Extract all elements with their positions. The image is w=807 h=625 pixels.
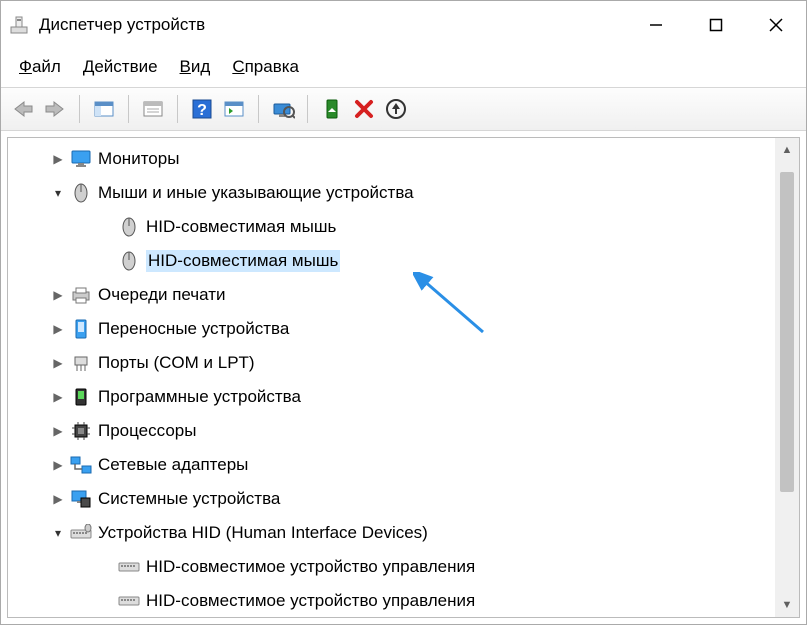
ports-icon [70,352,92,374]
tree-label: HID-совместимое устройство управления [146,557,475,577]
tree-node-hid-mouse-2-selected[interactable]: HID-совместимая мышь [8,244,775,278]
tree-label: Очереди печати [98,285,226,305]
window-title: Диспетчер устройств [39,15,626,35]
network-adapter-icon [70,454,92,476]
action-pane-button[interactable] [220,95,248,123]
mouse-icon [118,216,140,238]
tree-node-software[interactable]: ▶ Программные устройства [8,380,775,414]
properties-button[interactable] [139,95,167,123]
tree-node-portable[interactable]: ▶ Переносные устройства [8,312,775,346]
tree-label: Процессоры [98,421,196,441]
tree-label: Устройства HID (Human Interface Devices) [98,523,428,543]
portable-device-icon [70,318,92,340]
titlebar: Диспетчер устройств [1,1,806,49]
enable-device-button[interactable] [318,95,346,123]
hid-icon [70,522,92,544]
monitor-icon [70,148,92,170]
cpu-icon [70,420,92,442]
system-device-icon [70,488,92,510]
chevron-down-icon[interactable]: ▾ [48,186,68,200]
tree-node-hid-compat-2[interactable]: HID-совместимое устройство управления [8,584,775,617]
mouse-icon [118,250,140,272]
tree-label: Программные устройства [98,387,301,407]
forward-button[interactable] [41,95,69,123]
content-area: ▶ Мониторы ▾ Мыши и иные указывающие уст… [7,137,800,618]
tree-node-hid[interactable]: ▾ Устройства HID (Human Interface Device… [8,516,775,550]
app-icon [9,15,29,35]
chevron-right-icon[interactable]: ▶ [48,492,68,506]
tree-node-ports[interactable]: ▶ Порты (COM и LPT) [8,346,775,380]
minimize-button[interactable] [626,1,686,49]
menu-help[interactable]: Справка [232,57,299,77]
hid-device-icon [118,556,140,578]
scan-hardware-button[interactable] [269,95,297,123]
chevron-right-icon[interactable]: ▶ [48,356,68,370]
printer-icon [70,284,92,306]
toolbar: ? [1,87,806,131]
toolbar-separator [128,95,129,123]
tree-label: HID-совместимая мышь [146,250,340,272]
maximize-button[interactable] [686,1,746,49]
tree-label: Порты (COM и LPT) [98,353,255,373]
scroll-up-button[interactable]: ▲ [775,138,799,162]
scrollbar-thumb[interactable] [780,172,794,492]
tree-node-hid-compat-1[interactable]: HID-совместимое устройство управления [8,550,775,584]
menu-file[interactable]: Файл [19,57,61,77]
help-button[interactable]: ? [188,95,216,123]
hid-device-icon [118,590,140,612]
toolbar-separator [79,95,80,123]
menu-view[interactable]: Вид [180,57,211,77]
uninstall-device-button[interactable] [350,95,378,123]
svg-text:?: ? [197,102,207,119]
chevron-right-icon[interactable]: ▶ [48,424,68,438]
vertical-scrollbar[interactable]: ▲ ▼ [775,138,799,617]
tree-label: Мониторы [98,149,179,169]
show-hide-tree-button[interactable] [90,95,118,123]
update-driver-button[interactable] [382,95,410,123]
chevron-down-icon[interactable]: ▾ [48,526,68,540]
menubar: Файл Действие Вид Справка [1,49,806,87]
chevron-right-icon[interactable]: ▶ [48,288,68,302]
tree-label: Сетевые адаптеры [98,455,248,475]
tree-node-system[interactable]: ▶ Системные устройства [8,482,775,516]
scroll-down-button[interactable]: ▼ [775,593,799,617]
mouse-icon [70,182,92,204]
tree-label: HID-совместимое устройство управления [146,591,475,611]
tree-node-hid-mouse-1[interactable]: HID-совместимая мышь [8,210,775,244]
toolbar-separator [258,95,259,123]
chevron-right-icon[interactable]: ▶ [48,390,68,404]
device-tree[interactable]: ▶ Мониторы ▾ Мыши и иные указывающие уст… [8,138,775,617]
chevron-right-icon[interactable]: ▶ [48,152,68,166]
tree-node-processors[interactable]: ▶ Процессоры [8,414,775,448]
tree-label: Мыши и иные указывающие устройства [98,183,414,203]
tree-label: HID-совместимая мышь [146,217,336,237]
tree-node-network[interactable]: ▶ Сетевые адаптеры [8,448,775,482]
toolbar-separator [177,95,178,123]
tree-label: Системные устройства [98,489,280,509]
toolbar-separator [307,95,308,123]
device-manager-window: Диспетчер устройств Файл Действие Вид Сп… [0,0,807,625]
menu-action[interactable]: Действие [83,57,158,77]
chevron-right-icon[interactable]: ▶ [48,458,68,472]
software-device-icon [70,386,92,408]
tree-node-monitors[interactable]: ▶ Мониторы [8,142,775,176]
tree-label: Переносные устройства [98,319,289,339]
tree-node-mice[interactable]: ▾ Мыши и иные указывающие устройства [8,176,775,210]
back-button[interactable] [9,95,37,123]
chevron-right-icon[interactable]: ▶ [48,322,68,336]
tree-node-print-queues[interactable]: ▶ Очереди печати [8,278,775,312]
close-button[interactable] [746,1,806,49]
